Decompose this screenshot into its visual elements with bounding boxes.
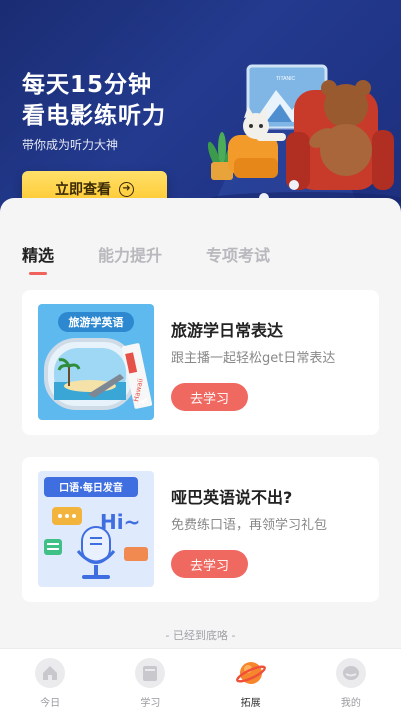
category-tabs: 精选 能力提升 专项考试: [22, 242, 314, 266]
nav-label: 学习: [140, 698, 161, 709]
start-learning-button[interactable]: 去学习: [171, 383, 248, 411]
speaking-thumbnail: 口语·每日发音 Hi~: [38, 471, 154, 587]
nav-item-study[interactable]: 学习: [100, 649, 200, 713]
tab-skill-improvement[interactable]: 能力提升: [98, 242, 162, 266]
nav-label: 拓展: [240, 698, 261, 709]
card-title: 旅游学日常表达: [171, 321, 284, 340]
nav-label: 今日: [40, 698, 61, 709]
course-card-travel[interactable]: 旅游学英语 Hawaii 旅游学日常表达 跟主播一起轻松get日常表达 去学习: [22, 290, 379, 435]
bottom-navigation: 今日 学习 拓展 我的: [0, 648, 401, 713]
end-of-list-text: - 已经到底咯 -: [165, 629, 236, 642]
nav-item-mine[interactable]: 我的: [301, 649, 401, 713]
course-card-speaking[interactable]: 口语·每日发音 Hi~ 哑巴英语说不出? 免费练口语，再领学习礼包 去学习: [22, 457, 379, 602]
tab-featured[interactable]: 精选: [22, 242, 54, 266]
home-icon: [34, 657, 66, 689]
card-description: 跟主播一起轻松get日常表达: [171, 351, 336, 366]
arrow-right-circle-icon: ➜: [119, 181, 134, 197]
active-tab-indicator: [29, 272, 47, 275]
svg-text:口语·每日发音: 口语·每日发音: [59, 481, 123, 494]
planet-icon: [235, 657, 267, 689]
start-learning-button[interactable]: 去学习: [171, 550, 248, 578]
promo-banner[interactable]: 每天15分钟 看电影练听力 带你成为听力大神 立即查看 ➜ TITANIC: [0, 0, 401, 215]
nav-item-today[interactable]: 今日: [0, 649, 100, 713]
nav-label: 我的: [340, 698, 361, 709]
banner-subtitle: 带你成为听力大神: [22, 138, 119, 152]
card-description: 免费练口语，再领学习礼包: [171, 518, 328, 533]
book-icon: [134, 657, 166, 689]
card-title: 哑巴英语说不出?: [171, 488, 293, 507]
banner-title: 每天15分钟 看电影练听力: [22, 72, 166, 129]
travel-thumbnail: 旅游学英语 Hawaii: [38, 304, 154, 420]
nav-item-explore[interactable]: 拓展: [201, 649, 301, 713]
svg-text:旅游学英语: 旅游学英语: [69, 315, 124, 329]
profile-icon: [335, 657, 367, 689]
movie-watching-illustration: TITANIC: [206, 64, 401, 208]
svg-text:TITANIC: TITANIC: [276, 76, 295, 82]
tab-special-exam[interactable]: 专项考试: [206, 242, 270, 266]
